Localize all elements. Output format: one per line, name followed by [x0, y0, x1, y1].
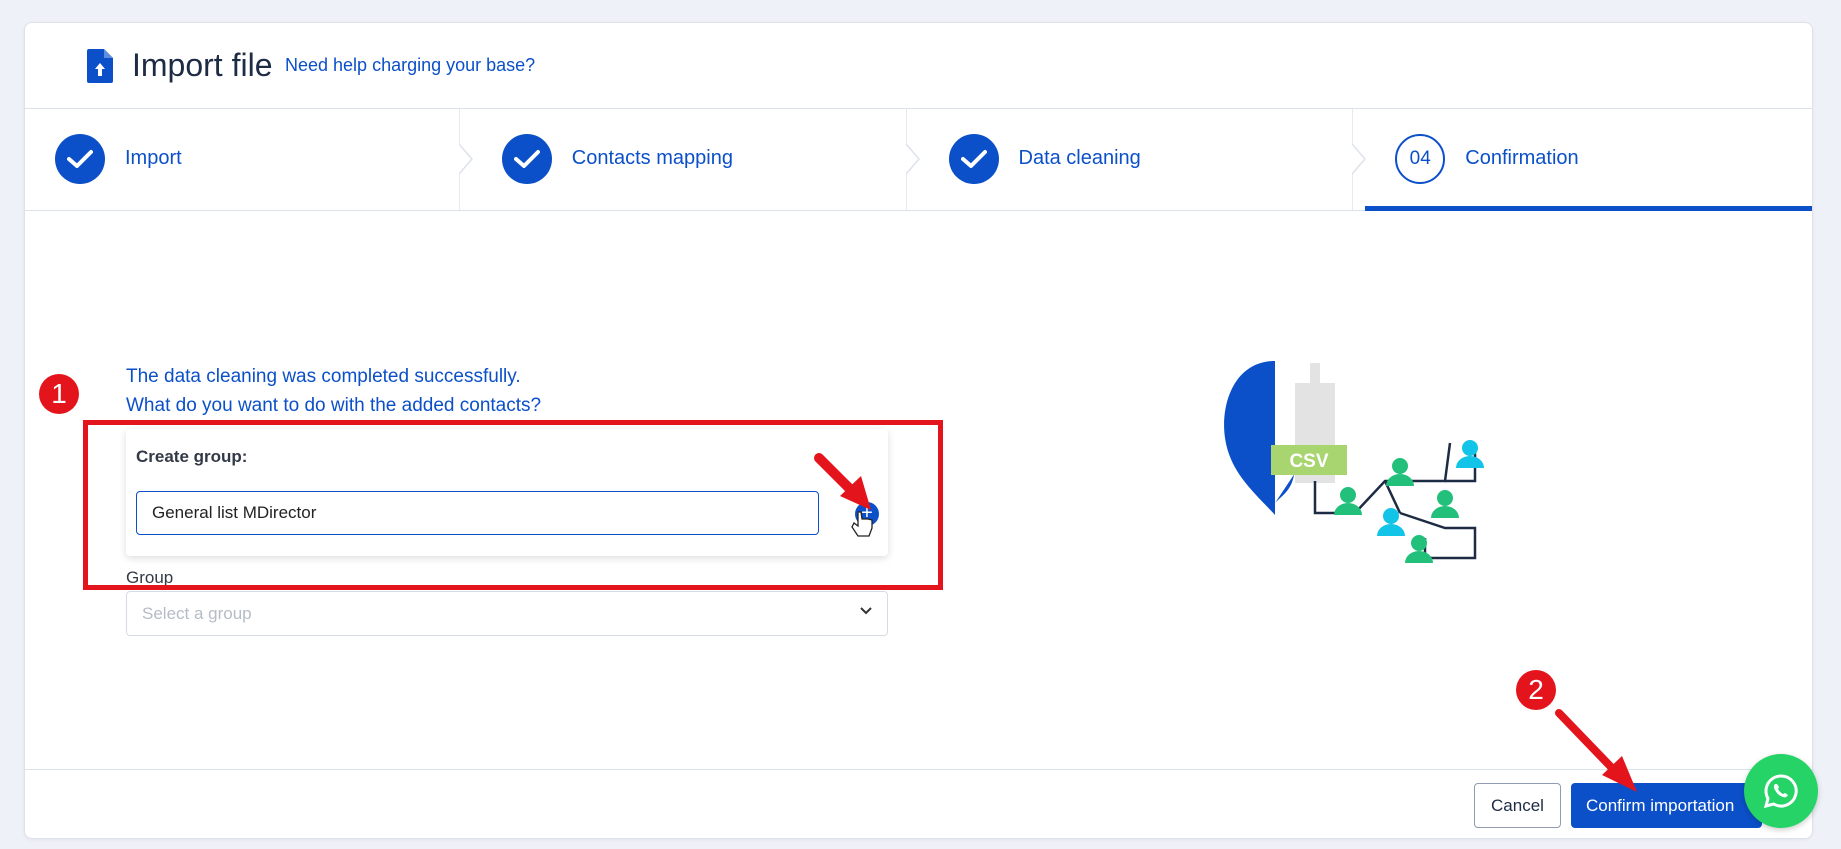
- document-shape-icon: [1224, 361, 1335, 515]
- chevron-down-icon: [859, 604, 873, 623]
- step-separator: [1352, 109, 1367, 210]
- step-number: 04: [1395, 134, 1446, 184]
- footer-actions: Cancel Confirm importation: [25, 769, 1812, 839]
- confirm-importation-button[interactable]: Confirm importation: [1571, 783, 1762, 828]
- step-contacts-mapping[interactable]: Contacts mapping: [472, 109, 920, 210]
- csv-contacts-illustration: CSV: [1224, 361, 1484, 563]
- step-label: Confirmation: [1465, 147, 1579, 169]
- csv-label: CSV: [1289, 451, 1328, 472]
- step-label: Import: [125, 147, 182, 169]
- step-label: Contacts mapping: [571, 147, 733, 169]
- step-confirmation[interactable]: 04 Confirmation: [1365, 109, 1812, 211]
- step-separator: [458, 109, 473, 210]
- check-icon: [948, 134, 999, 184]
- message-line-2: What do you want to do with the added co…: [126, 395, 542, 416]
- file-upload-icon: [87, 49, 113, 88]
- whatsapp-icon: [1763, 774, 1798, 809]
- contact-icon: [1386, 458, 1414, 486]
- contact-icon: [1334, 487, 1362, 515]
- cleaning-success-message: The data cleaning was completed successf…: [126, 362, 541, 420]
- group-select[interactable]: Select a group: [126, 591, 888, 636]
- step-separator: [905, 109, 920, 210]
- help-link[interactable]: Need help charging your base?: [285, 55, 535, 76]
- check-icon: [55, 134, 105, 184]
- contact-icon: [1456, 440, 1484, 468]
- step-data-cleaning[interactable]: Data cleaning: [919, 109, 1367, 210]
- annotation-badge-2: 2: [1516, 670, 1556, 710]
- contact-icon: [1405, 535, 1433, 563]
- step-import[interactable]: Import: [25, 109, 473, 210]
- import-stepper: Import Contacts mapping Data cleaning 04…: [25, 108, 1812, 211]
- header: Import file Need help charging your base…: [25, 23, 1812, 108]
- contact-icon: [1431, 490, 1459, 518]
- cancel-button[interactable]: Cancel: [1474, 783, 1561, 828]
- group-select-placeholder: Select a group: [142, 604, 252, 623]
- whatsapp-chat-button[interactable]: [1744, 754, 1818, 828]
- check-icon: [501, 134, 552, 184]
- message-line-1: The data cleaning was completed successf…: [126, 366, 521, 387]
- page-title: Import file: [132, 47, 273, 83]
- annotation-badge-1: 1: [39, 374, 79, 414]
- step-label: Data cleaning: [1018, 147, 1141, 169]
- annotation-highlight-box: [83, 420, 943, 590]
